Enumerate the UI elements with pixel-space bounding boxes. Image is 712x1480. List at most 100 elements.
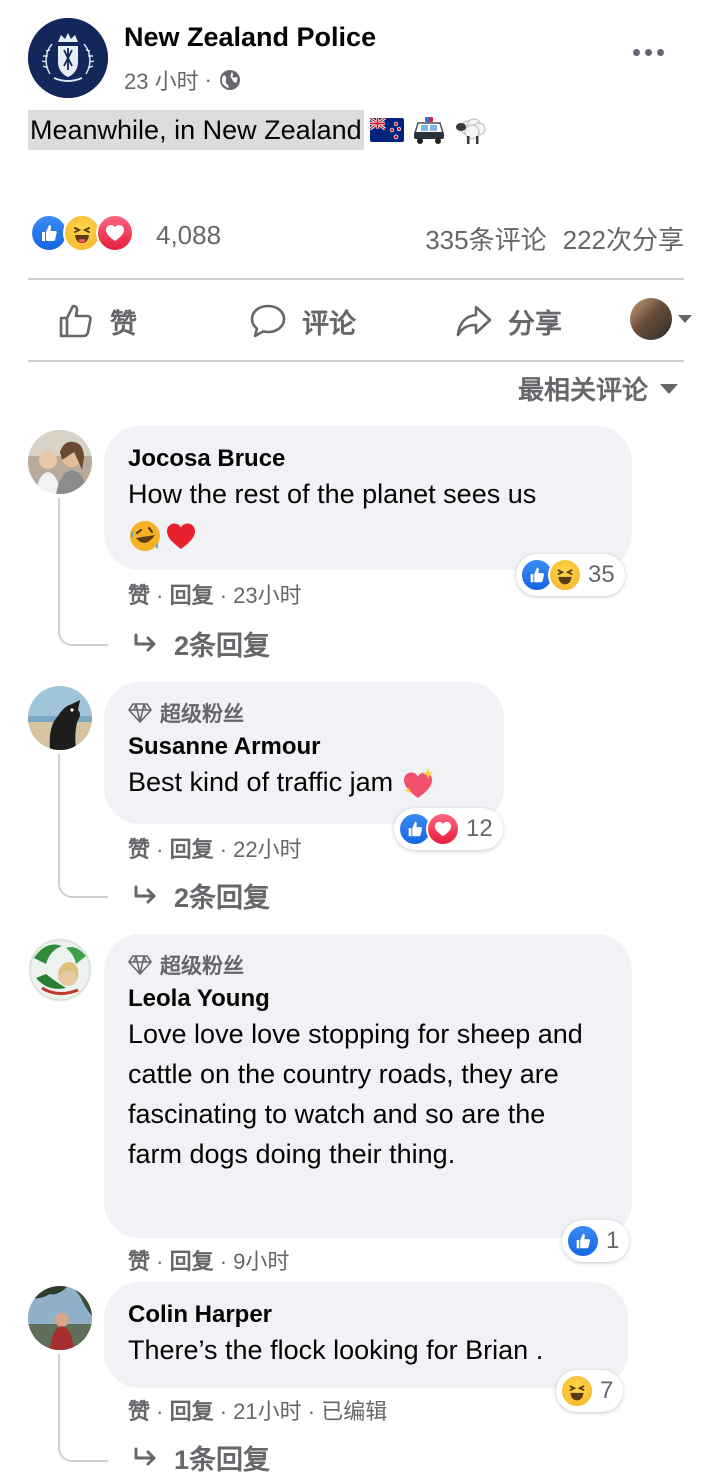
top-fan-badge[interactable]: 超级粉丝 xyxy=(128,950,608,980)
comment-sort-dropdown[interactable]: 最相关评论 xyxy=(518,370,678,407)
comment-time[interactable]: 22小时 xyxy=(233,837,301,862)
avatar-photo xyxy=(28,938,92,1002)
comments-count-link[interactable]: 335条评论 xyxy=(425,220,546,257)
comment-like-link[interactable]: 赞 xyxy=(128,837,150,862)
commenter-avatar[interactable] xyxy=(28,430,92,494)
post-message: Meanwhile, in New Zealand xyxy=(28,110,364,150)
comment-reactions[interactable]: 7 xyxy=(556,1370,624,1412)
reply-arrow-icon xyxy=(134,633,156,651)
divider xyxy=(28,360,684,362)
comment-reactions[interactable]: 35 xyxy=(516,554,625,596)
post-as-selector[interactable] xyxy=(630,298,692,340)
diamond-icon xyxy=(128,955,152,975)
view-replies-link[interactable]: 2条回复 xyxy=(132,624,270,663)
share-button[interactable]: 分享 xyxy=(454,296,562,346)
page-avatar[interactable] xyxy=(28,18,108,98)
comment-like-link[interactable]: 赞 xyxy=(128,583,150,608)
post-time[interactable]: 23 小时 xyxy=(124,64,199,96)
page-name[interactable]: New Zealand Police xyxy=(124,22,376,53)
comment-time[interactable]: 9小时 xyxy=(233,1249,289,1274)
comment-reaction-count: 35 xyxy=(588,561,615,588)
edited-label: 已编辑 xyxy=(321,1399,388,1424)
commenter-name[interactable]: Jocosa Bruce xyxy=(128,444,608,474)
replies-label: 2条回复 xyxy=(174,883,271,913)
police-crest-icon xyxy=(28,18,108,98)
more-dot-icon xyxy=(644,48,652,56)
comment-reply-link[interactable]: 回复 xyxy=(170,1249,214,1274)
comment-reaction-count: 7 xyxy=(600,1377,614,1404)
viewer-avatar xyxy=(630,298,672,340)
comment-reaction-count: 12 xyxy=(466,815,493,842)
comment-meta: 赞 · 回复 · 9小时 xyxy=(128,1249,290,1274)
comment-meta: 赞 · 回复 · 21小时 · 已编辑 xyxy=(128,1399,388,1424)
commenter-avatar[interactable] xyxy=(28,686,92,750)
replies-label: 1条回复 xyxy=(174,1445,271,1475)
comment-reaction-count: 1 xyxy=(606,1227,620,1254)
comment-reactions[interactable]: 1 xyxy=(562,1220,630,1262)
reply-thread-line xyxy=(58,498,108,646)
love-reaction-icon xyxy=(96,214,134,252)
reply-thread-line xyxy=(58,1354,108,1462)
comment-like-link[interactable]: 赞 xyxy=(128,1249,150,1274)
badge-label: 超级粉丝 xyxy=(160,955,244,978)
red-heart-emoji-icon xyxy=(167,523,195,549)
reaction-icons[interactable] xyxy=(30,214,134,252)
globe-icon xyxy=(219,70,240,90)
commenter-avatar[interactable] xyxy=(28,1286,92,1350)
post-emoji xyxy=(369,114,490,146)
view-replies-link[interactable]: 1条回复 xyxy=(132,1438,270,1477)
nz-flag-icon xyxy=(369,118,404,142)
divider xyxy=(28,278,684,280)
reaction-count[interactable]: 4,088 xyxy=(156,220,221,251)
comment-reply-link[interactable]: 回复 xyxy=(170,583,214,608)
diamond-icon xyxy=(128,703,152,723)
sparkling-heart-emoji-icon xyxy=(403,767,434,798)
commenter-avatar[interactable] xyxy=(28,938,92,1002)
comment-text: How the rest of the planet sees us xyxy=(128,474,608,554)
top-fan-badge[interactable]: 超级粉丝 xyxy=(128,698,480,728)
more-options-button[interactable] xyxy=(622,36,674,68)
avatar-photo xyxy=(28,686,92,750)
comment-button-label: 评论 xyxy=(302,308,356,339)
comment-like-link[interactable]: 赞 xyxy=(128,1399,150,1424)
avatar-photo xyxy=(28,430,92,494)
post-text: Meanwhile, in New Zealand xyxy=(28,110,490,150)
comment-text: There’s the flock looking for Brian . xyxy=(128,1335,544,1365)
comment-text: Best kind of traffic jam xyxy=(128,762,480,802)
meta-separator: · xyxy=(204,67,212,92)
thumbs-up-icon xyxy=(59,304,92,338)
reply-arrow-icon xyxy=(134,885,156,903)
like-reaction-icon xyxy=(566,1224,600,1258)
like-button[interactable]: 赞 xyxy=(56,296,137,346)
comment-reply-link[interactable]: 回复 xyxy=(170,837,214,862)
comment-time[interactable]: 21小时 xyxy=(233,1399,301,1424)
comment-time[interactable]: 23小时 xyxy=(233,583,301,608)
comment-bubble: 超级粉丝 Leola Young Love love love stopping… xyxy=(104,934,632,1238)
reply-thread-line xyxy=(58,754,108,898)
share-icon xyxy=(456,305,492,337)
comment-bubble: 超级粉丝 Susanne Armour Best kind of traffic… xyxy=(104,682,504,824)
replies-label: 2条回复 xyxy=(174,631,271,661)
like-button-label: 赞 xyxy=(110,308,137,339)
love-reaction-icon xyxy=(426,812,460,846)
rolling-laughing-emoji-icon xyxy=(130,520,160,551)
comment-icon xyxy=(250,304,286,338)
shares-count-link[interactable]: 222次分享 xyxy=(563,220,684,257)
more-dot-icon xyxy=(632,48,640,56)
post-stats: 335条评论 222次分享 xyxy=(425,220,684,257)
comment-button[interactable]: 评论 xyxy=(248,296,356,346)
commenter-name[interactable]: Leola Young xyxy=(128,984,608,1014)
more-dot-icon xyxy=(656,48,664,56)
commenter-name[interactable]: Susanne Armour xyxy=(128,732,480,762)
comment-reply-link[interactable]: 回复 xyxy=(170,1399,214,1424)
post-meta: 23 小时 · xyxy=(124,64,242,96)
comment-meta: 赞 · 回复 · 23小时 xyxy=(128,583,302,608)
comment-bubble: Jocosa Bruce How the rest of the planet … xyxy=(104,426,632,570)
view-replies-link[interactable]: 2条回复 xyxy=(132,876,270,915)
police-car-icon xyxy=(413,117,444,144)
sheep-icon xyxy=(455,118,486,144)
badge-label: 超级粉丝 xyxy=(160,703,244,726)
comment-reactions[interactable]: 12 xyxy=(394,808,503,850)
reply-arrow-icon xyxy=(134,1447,156,1465)
commenter-name[interactable]: Colin Harper xyxy=(128,1300,604,1330)
